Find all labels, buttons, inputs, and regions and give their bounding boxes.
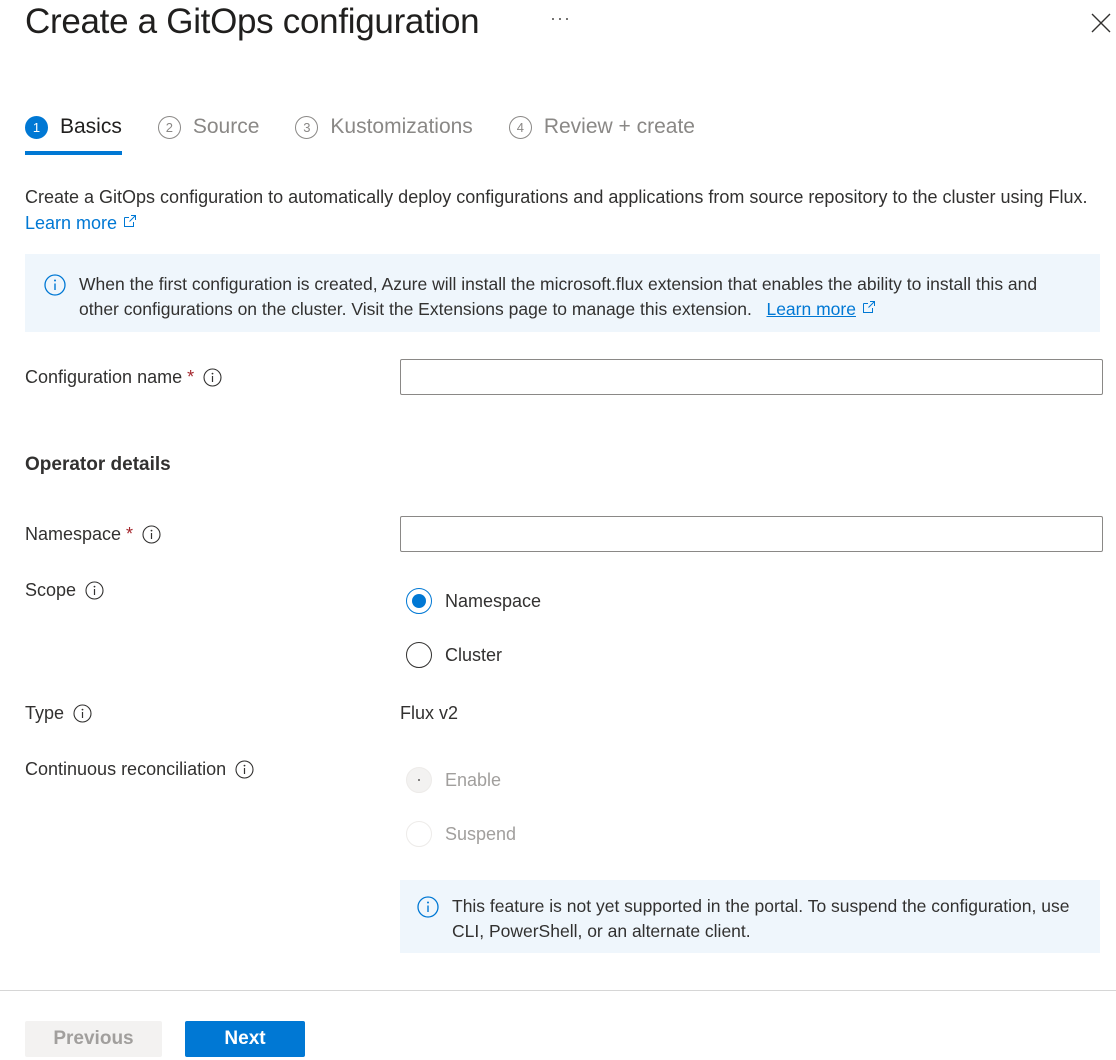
step-number-badge: 4 xyxy=(508,115,532,139)
tab-label: Kustomizations xyxy=(330,115,473,138)
tab-review-create[interactable]: 4 Review + create xyxy=(508,113,695,141)
step-number-badge: 2 xyxy=(157,115,181,139)
next-button[interactable]: Next xyxy=(185,1021,305,1057)
learn-more-link[interactable]: Learn more xyxy=(25,213,137,233)
radio-label: Suspend xyxy=(445,823,517,844)
field-label-text: Configuration name xyxy=(25,367,183,387)
external-link-icon xyxy=(124,215,137,227)
operator-details-heading: Operator details xyxy=(25,454,171,475)
info-icon xyxy=(44,274,66,296)
banner-text: When the first configuration is created,… xyxy=(79,272,1080,332)
configuration-name-label: Configuration name * xyxy=(25,367,222,388)
more-options-button[interactable]: ··· xyxy=(550,8,571,29)
footer-divider xyxy=(0,990,1116,991)
scope-radio-namespace[interactable]: Namespace xyxy=(406,588,541,614)
namespace-label: Namespace * xyxy=(25,524,161,545)
close-icon xyxy=(1091,13,1111,33)
info-icon[interactable] xyxy=(235,760,254,779)
flux-extension-info-banner: When the first configuration is created,… xyxy=(25,254,1100,332)
tab-label: Review + create xyxy=(543,115,695,138)
learn-more-label: Learn more xyxy=(25,213,118,233)
wizard-tabs: 1 Basics 2 Source 3 Kustomizations 4 Rev… xyxy=(25,113,731,155)
radio-button[interactable] xyxy=(406,588,432,614)
scope-label: Scope xyxy=(25,580,104,601)
banner-learn-more-link[interactable]: Learn more xyxy=(766,299,856,319)
radio-label: Namespace xyxy=(445,590,542,611)
tab-label: Source xyxy=(192,115,260,138)
info-icon[interactable] xyxy=(73,704,92,723)
banner-message: When the first configuration is created,… xyxy=(79,274,1038,319)
tab-source[interactable]: 2 Source xyxy=(157,113,260,141)
type-label: Type xyxy=(25,703,92,724)
reconciliation-radio-suspend: Suspend xyxy=(406,821,516,847)
info-icon[interactable] xyxy=(85,581,104,600)
field-label-text: Continuous reconciliation xyxy=(25,759,227,779)
intro-text: Create a GitOps configuration to automat… xyxy=(25,187,1088,207)
radio-button[interactable] xyxy=(406,642,432,668)
step-number-badge: 1 xyxy=(25,115,48,139)
banner-learn-more-label: Learn more xyxy=(766,299,856,319)
intro-description: Create a GitOps configuration to automat… xyxy=(25,184,1100,236)
required-asterisk: * xyxy=(187,367,195,387)
field-label-text: Namespace xyxy=(25,524,122,544)
info-icon[interactable] xyxy=(203,368,222,387)
required-asterisk: * xyxy=(126,524,134,544)
tab-label: Basics xyxy=(60,115,122,138)
scope-radio-cluster[interactable]: Cluster xyxy=(406,642,502,668)
type-value: Flux v2 xyxy=(400,703,459,723)
close-button[interactable] xyxy=(1088,10,1114,36)
info-icon[interactable] xyxy=(142,525,161,544)
tab-kustomizations[interactable]: 3 Kustomizations xyxy=(295,113,473,141)
namespace-input[interactable] xyxy=(400,516,1103,552)
radio-label: Enable xyxy=(445,769,502,790)
previous-button: Previous xyxy=(25,1021,162,1057)
page-title: Create a GitOps configuration xyxy=(25,2,480,41)
radio-label: Cluster xyxy=(445,644,503,665)
configuration-name-input[interactable] xyxy=(400,359,1103,395)
step-number-badge: 3 xyxy=(295,115,319,139)
banner-message: This feature is not yet supported in the… xyxy=(452,896,1070,941)
continuous-reconciliation-label: Continuous reconciliation xyxy=(25,759,254,780)
info-icon xyxy=(417,896,439,918)
suspend-info-banner: This feature is not yet supported in the… xyxy=(400,880,1100,953)
radio-button xyxy=(406,821,432,847)
tab-basics[interactable]: 1 Basics xyxy=(25,113,122,155)
external-link-icon xyxy=(862,301,875,313)
field-label-text: Scope xyxy=(25,580,77,600)
reconciliation-radio-enable: Enable xyxy=(406,767,501,793)
field-label-text: Type xyxy=(25,703,65,723)
radio-button xyxy=(406,767,432,793)
